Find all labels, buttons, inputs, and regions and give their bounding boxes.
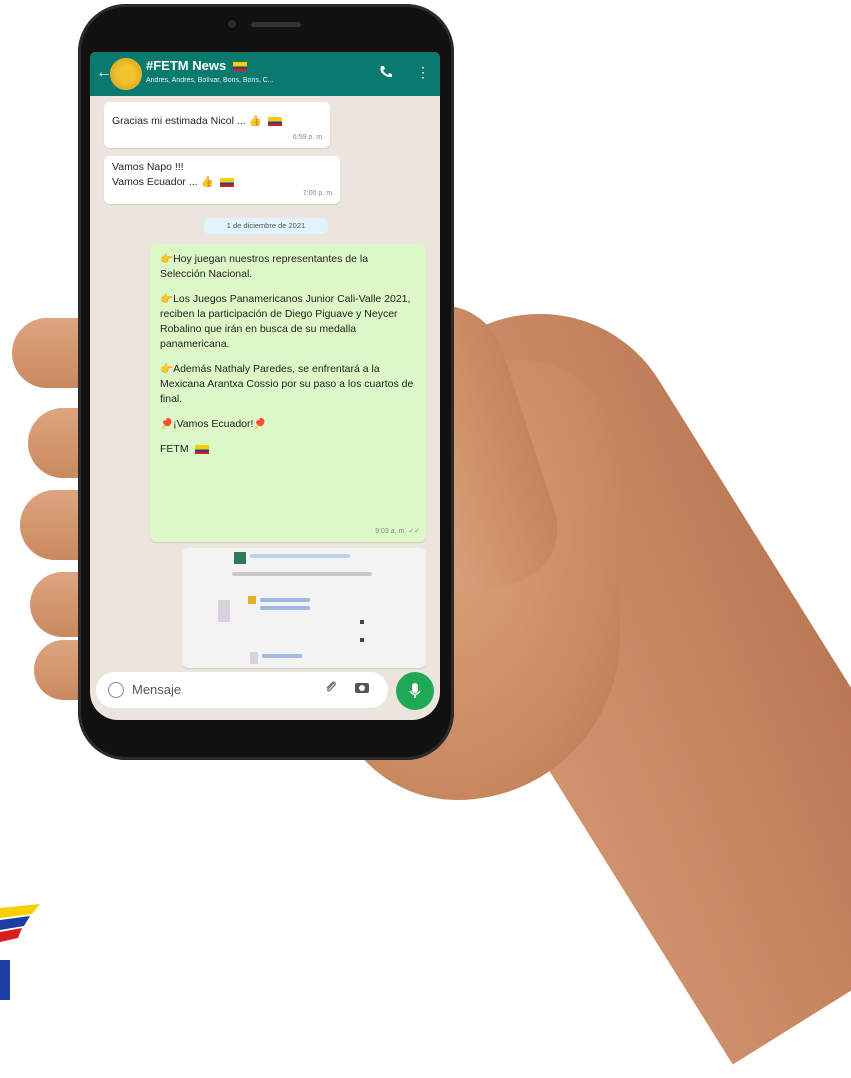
image-line [250, 554, 350, 558]
attach-icon[interactable] [324, 680, 338, 697]
message-bubble[interactable]: Vamos Napo !!! Vamos Ecuador ... 👍 7:00 … [104, 156, 340, 204]
camera-icon[interactable] [354, 680, 370, 697]
ecuador-flag-icon [219, 177, 234, 187]
message-time: 9:03 a. m. ✓✓ [375, 528, 420, 535]
message-bubble[interactable]: Gracias mi estimada Nicol ... 👍 6:59 p. … [104, 102, 330, 148]
image-line [232, 572, 372, 576]
message-paragraph: 👉Los Juegos Panamericanos Junior Cali-Va… [160, 293, 411, 350]
fetm-logo [0, 904, 40, 1000]
ecuador-flag-icon [232, 62, 247, 72]
group-title-text: #FETM News [146, 58, 227, 73]
image-thumbnail [250, 652, 258, 664]
message-bubble-sent[interactable]: 👉Hoy juegan nuestros representantes de l… [150, 244, 426, 542]
message-text: Vamos Napo !!! [112, 161, 184, 173]
message-paragraph: 👉Además Nathaly Paredes, se enfrentará a… [160, 363, 414, 405]
chat-header: ← #FETM News Andrés, Andrés, Bolívar, Bo… [90, 52, 440, 96]
message-paragraph: 🏓¡Vamos Ecuador!🏓 [160, 418, 267, 430]
image-thumbnail [234, 552, 246, 564]
shared-image-message[interactable] [182, 548, 426, 668]
image-flag [248, 596, 256, 604]
more-options-icon[interactable]: ⋮ [416, 64, 430, 81]
ecuador-flag-icon [267, 116, 282, 126]
emoji-icon[interactable] [108, 682, 124, 698]
message-text: Vamos Ecuador ... 👍 [112, 176, 214, 188]
chat-screen: ← #FETM News Andrés, Andrés, Bolívar, Bo… [90, 52, 440, 720]
message-text: Gracias mi estimada Nicol ... 👍 [112, 115, 262, 127]
group-members: Andrés, Andrés, Bolívar, Boris, Boris, C… [146, 77, 274, 84]
message-input-bar[interactable]: Mensaje [96, 672, 388, 708]
image-thumbnail [218, 600, 230, 622]
image-line [262, 654, 302, 658]
image-dot [360, 638, 364, 642]
message-input[interactable]: Mensaje [132, 682, 181, 697]
image-line [260, 598, 310, 602]
earpiece-speaker [251, 22, 301, 27]
message-time: 6:59 p. m. [292, 134, 324, 141]
group-avatar[interactable] [110, 58, 142, 90]
front-camera [228, 20, 236, 28]
phone-call-icon[interactable] [378, 64, 394, 83]
signature-text: FETM [160, 443, 189, 455]
smartphone: ← #FETM News Andrés, Andrés, Bolívar, Bo… [78, 4, 454, 760]
image-line [260, 606, 310, 610]
date-separator: 1 de diciembre de 2021 [204, 218, 328, 234]
microphone-button[interactable] [396, 672, 434, 710]
group-title[interactable]: #FETM News [146, 58, 247, 73]
message-time: 7:00 p. m. [302, 190, 334, 197]
message-paragraph: 👉Hoy juegan nuestros representantes de l… [160, 253, 369, 280]
image-dot [360, 620, 364, 624]
ecuador-flag-icon [194, 444, 209, 454]
